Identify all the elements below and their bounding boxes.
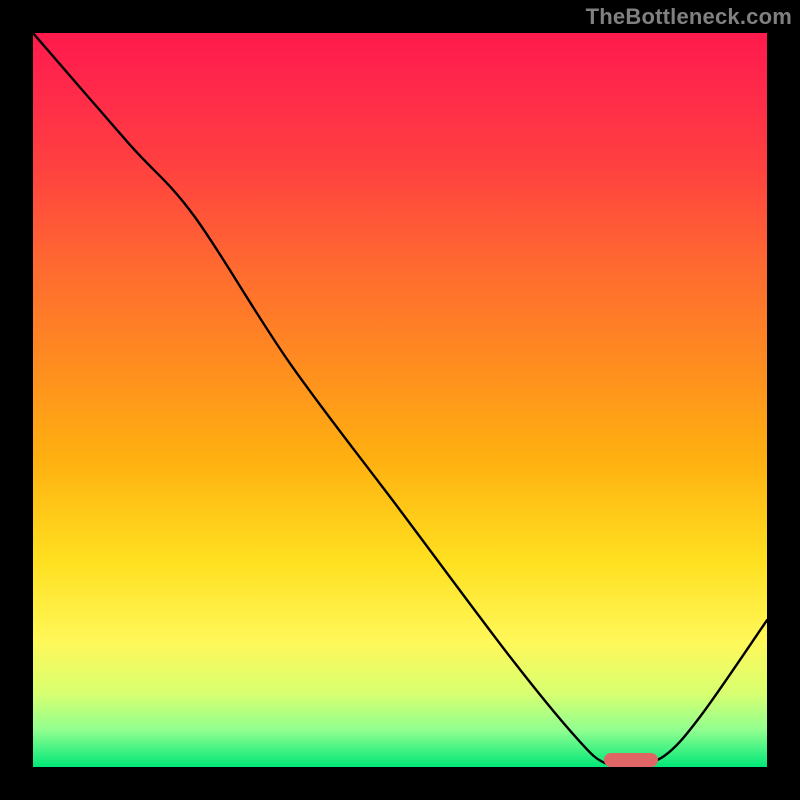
curve-svg: [33, 33, 767, 767]
watermark: TheBottleneck.com: [586, 4, 792, 30]
bottleneck-curve: [33, 33, 767, 766]
optimal-range-marker: [604, 753, 658, 767]
chart-container: TheBottleneck.com: [0, 0, 800, 800]
